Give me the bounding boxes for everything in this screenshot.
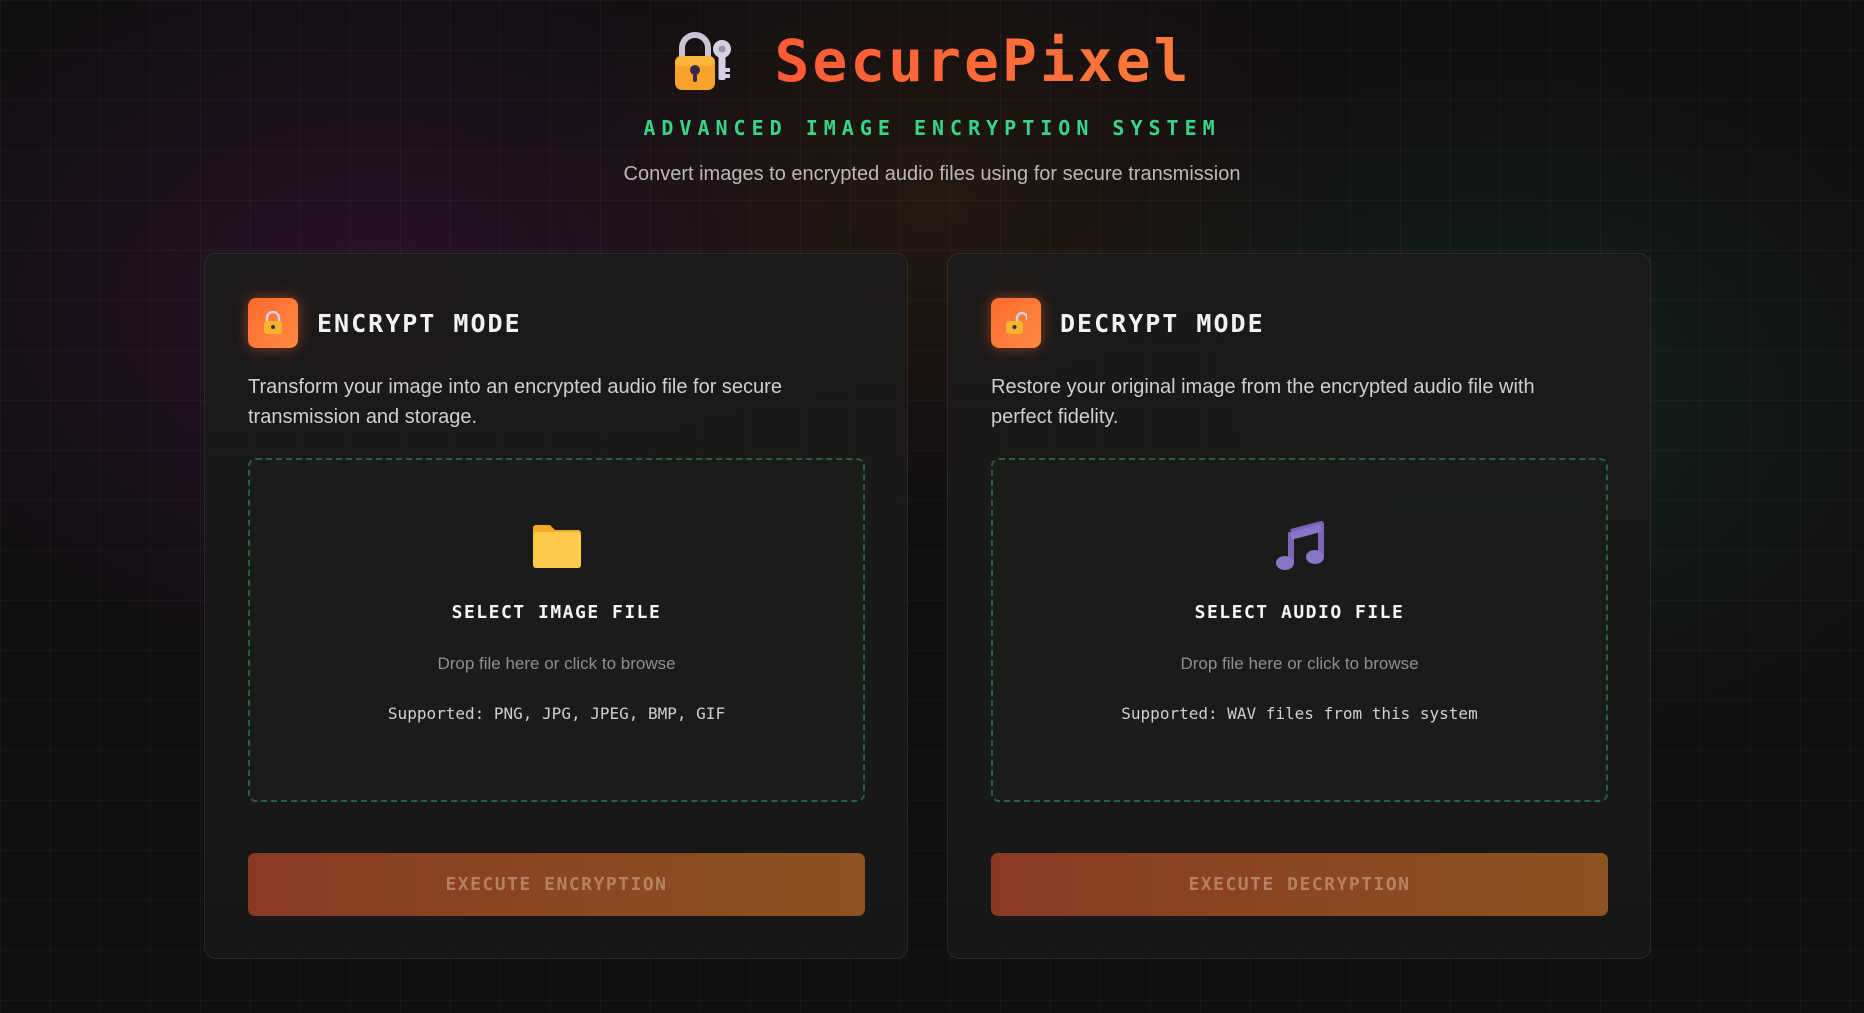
encrypt-mode-title: ENCRYPT MODE xyxy=(317,308,522,338)
decrypt-mode-header: DECRYPT MODE xyxy=(991,298,1265,348)
decrypt-mode-description: Restore your original image from the enc… xyxy=(991,376,1535,428)
execute-encryption-button[interactable]: EXECUTE ENCRYPTION xyxy=(248,853,865,916)
dropzone-hint: Drop file here or click to browse xyxy=(437,654,676,673)
encrypt-mode-card: ENCRYPT MODE Transform your image into a… xyxy=(204,253,908,959)
execute-decryption-button[interactable]: EXECUTE DECRYPTION xyxy=(991,853,1608,916)
unlocked-icon xyxy=(991,298,1041,348)
title-row: SecurePixel xyxy=(0,28,1864,94)
lock-with-key-icon xyxy=(672,28,734,94)
music-note-icon xyxy=(1273,520,1327,572)
decrypt-mode-title: DECRYPT MODE xyxy=(1060,308,1265,338)
supported-formats: Supported: PNG, JPG, JPEG, BMP, GIF xyxy=(387,704,726,723)
select-image-file-label: SELECT IMAGE FILE xyxy=(451,602,662,623)
audio-file-dropzone[interactable]: SELECT AUDIO FILE Drop file here or clic… xyxy=(991,458,1608,802)
app-subtitle: ADVANCED IMAGE ENCRYPTION SYSTEM xyxy=(643,116,1221,140)
app-title: SecurePixel xyxy=(774,27,1192,95)
image-file-dropzone[interactable]: SELECT IMAGE FILE Drop file here or clic… xyxy=(248,458,865,802)
select-audio-file-label: SELECT AUDIO FILE xyxy=(1194,602,1405,623)
locked-icon xyxy=(248,298,298,348)
encrypt-mode-header: ENCRYPT MODE xyxy=(248,298,522,348)
supported-formats: Supported: WAV files from this system xyxy=(1121,704,1478,723)
folder-icon xyxy=(530,520,584,572)
decrypt-mode-card: DECRYPT MODE Restore your original image… xyxy=(947,253,1651,959)
encrypt-mode-description: Transform your image into an encrypted a… xyxy=(248,376,782,428)
dropzone-hint: Drop file here or click to browse xyxy=(1180,654,1419,673)
app-tagline: Convert images to encrypted audio files … xyxy=(623,163,1241,185)
